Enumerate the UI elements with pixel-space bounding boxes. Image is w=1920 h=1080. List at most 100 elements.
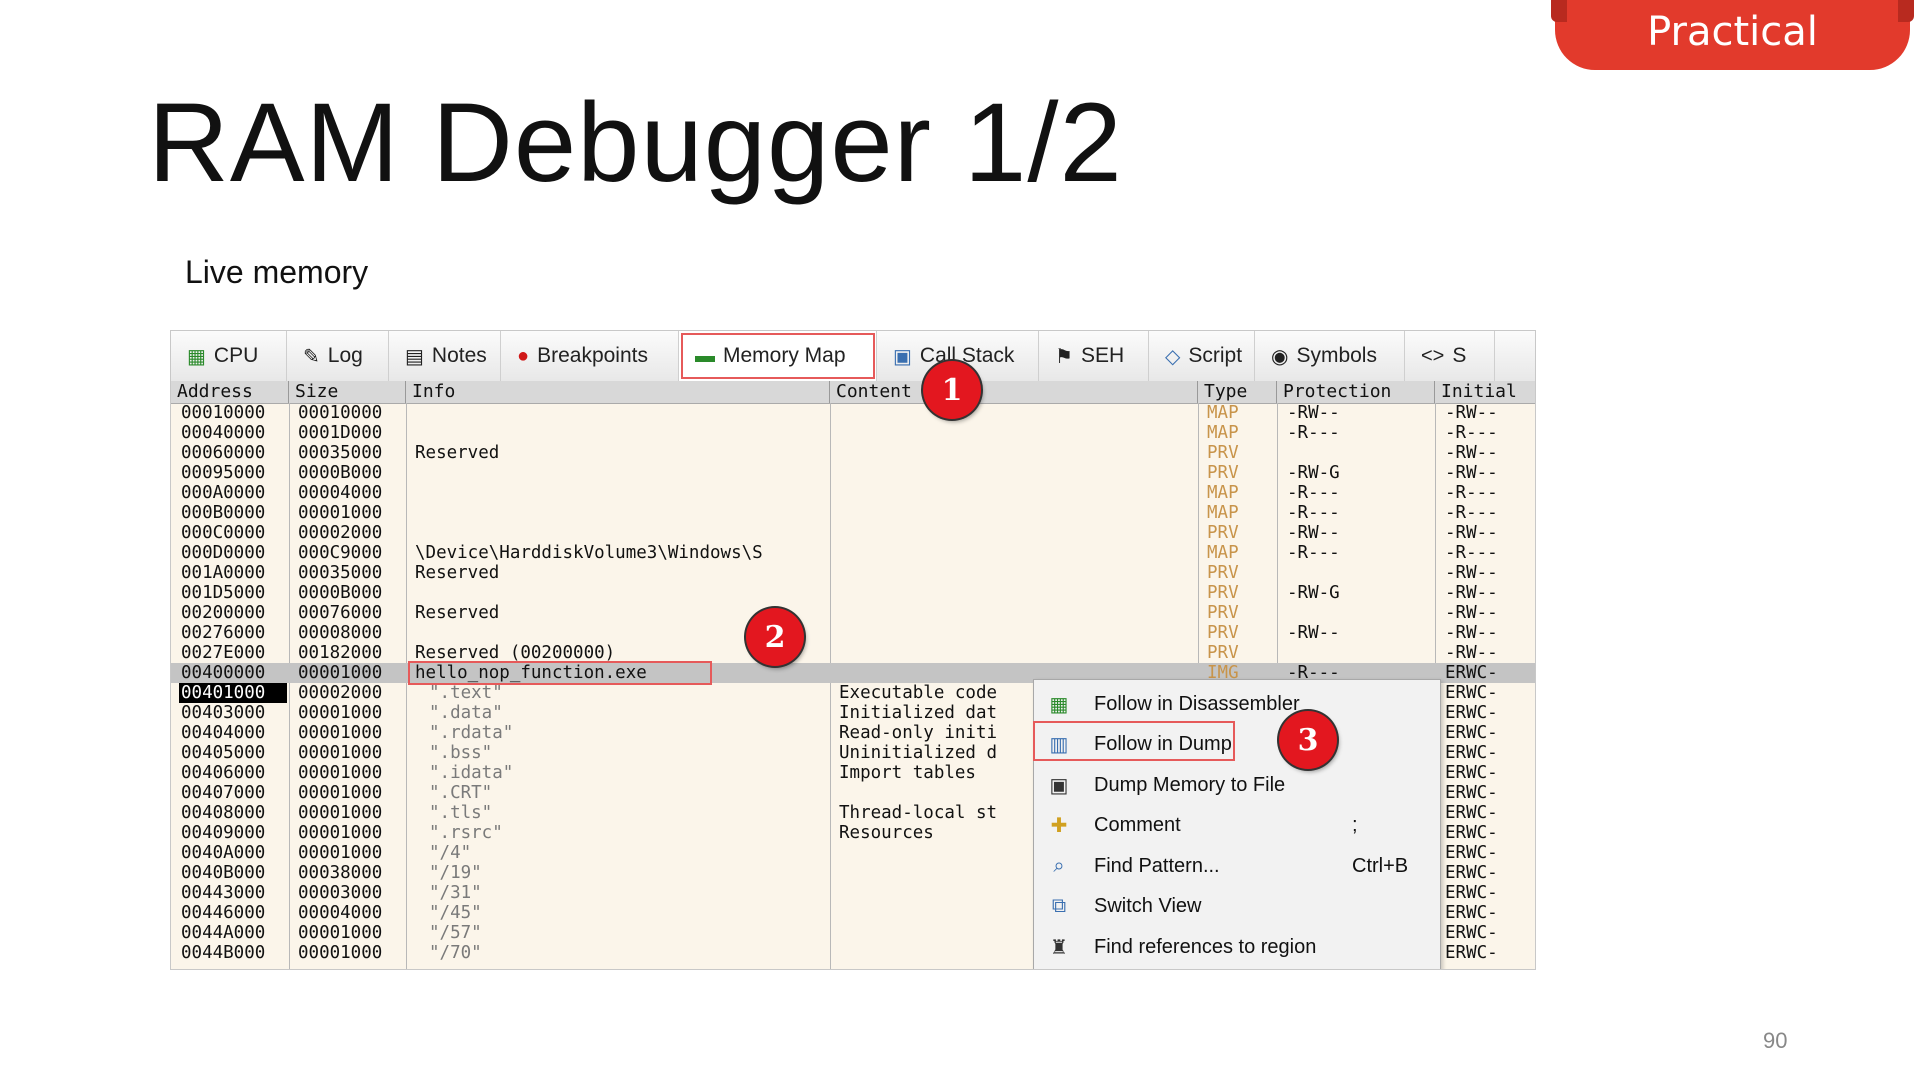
cell-content: Resources bbox=[839, 823, 934, 843]
cell-info: Reserved bbox=[415, 443, 500, 463]
cell-address: 00407000 bbox=[181, 783, 266, 803]
tab-cpu[interactable]: ▦ CPU bbox=[171, 331, 287, 381]
cell-protection: -RW-G bbox=[1287, 583, 1340, 603]
cell-protection: -RW-- bbox=[1287, 623, 1340, 643]
menu-item-comment[interactable]: ✚ Comment; bbox=[1034, 806, 1440, 846]
col-type[interactable]: Type bbox=[1198, 381, 1277, 403]
cell-content bbox=[839, 863, 1039, 883]
cell-content bbox=[839, 943, 1039, 963]
col-size[interactable]: Size bbox=[289, 381, 406, 403]
cell-content bbox=[839, 663, 1039, 683]
table-row[interactable]: 000A0000 00004000 MAP -R--- -R--- bbox=[171, 483, 1535, 503]
col-initial[interactable]: Initial bbox=[1435, 381, 1535, 403]
tab-notes[interactable]: ▤ Notes bbox=[389, 331, 501, 381]
debugger-screenshot: ▦ CPU ✎ Log ▤ Notes ● Breakpoints ▬ Memory Map ▣ Ca… bbox=[170, 330, 1536, 970]
tab-seh[interactable]: ⚑ SEH bbox=[1039, 331, 1149, 381]
col-address[interactable]: Address bbox=[171, 381, 289, 403]
table-row[interactable]: 00040000 0001D000 MAP -R--- -R--- bbox=[171, 423, 1535, 443]
col-content[interactable]: Content bbox=[830, 381, 1198, 403]
cell-content bbox=[839, 923, 1039, 943]
tab-label: Script bbox=[1188, 344, 1243, 367]
tab-s[interactable]: <> S bbox=[1405, 331, 1495, 381]
cell-address: 00040000 bbox=[181, 423, 266, 443]
table-row[interactable]: 0027E000 00182000 Reserved (00200000) PRV -R… bbox=[171, 643, 1535, 663]
seh-icon: ⚑ bbox=[1055, 345, 1073, 368]
cell-info: ".tls" bbox=[429, 803, 493, 823]
table-row[interactable]: 001D5000 0000B000 PRV -RW-G -RW-- bbox=[171, 583, 1535, 603]
tab-log[interactable]: ✎ Log bbox=[287, 331, 389, 381]
slide-title: RAM Debugger 1/2 bbox=[148, 80, 1123, 205]
cell-address: 00409000 bbox=[181, 823, 266, 843]
breakpoint-icon: ● bbox=[517, 344, 530, 367]
cell-initial: ERWC- bbox=[1445, 703, 1498, 723]
menu-item-dump-memory-to-file[interactable]: ▣ Dump Memory to File bbox=[1034, 765, 1440, 805]
tab-memory-map[interactable]: ▬ Memory Map bbox=[679, 331, 877, 381]
cell-info bbox=[415, 423, 819, 443]
menu-item-label: Find references to region bbox=[1094, 935, 1317, 958]
cell-content bbox=[839, 783, 1039, 803]
cell-initial: -R--- bbox=[1445, 423, 1498, 443]
table-row[interactable]: 001A0000 00035000 Reserved PRV -RW-- bbox=[171, 563, 1535, 583]
menu-item-find-pattern[interactable]: ⌕ Find Pattern... Ctrl+B bbox=[1034, 846, 1440, 886]
cell-protection bbox=[1287, 603, 1427, 623]
tab-label: SEH bbox=[1080, 344, 1125, 367]
cell-info: ".bss" bbox=[429, 743, 493, 763]
cell-info: ".data" bbox=[429, 703, 503, 723]
table-row[interactable]: 00276000 00008000 PRV -RW-- -RW-- bbox=[171, 623, 1535, 643]
cell-content bbox=[839, 523, 1039, 543]
cell-initial: ERWC- bbox=[1445, 723, 1498, 743]
col-info[interactable]: Info bbox=[406, 381, 830, 403]
cell-type: MAP bbox=[1207, 483, 1239, 503]
table-row[interactable]: 00200000 00076000 Reserved PRV -RW-- bbox=[171, 603, 1535, 623]
cell-address: 00095000 bbox=[181, 463, 266, 483]
col-protection[interactable]: Protection bbox=[1277, 381, 1435, 403]
cell-content bbox=[839, 903, 1039, 923]
tab-breakpoints[interactable]: ● Breakpoints bbox=[501, 331, 679, 381]
cell-info: "/31" bbox=[429, 883, 482, 903]
cell-protection bbox=[1287, 563, 1427, 583]
table-row[interactable]: 000B0000 00001000 MAP -R--- -R--- bbox=[171, 503, 1535, 523]
cell-size: 00002000 bbox=[298, 523, 383, 543]
cell-size: 00001000 bbox=[298, 803, 383, 823]
table-row[interactable]: 00060000 00035000 Reserved PRV -RW-- bbox=[171, 443, 1535, 463]
cell-info bbox=[415, 583, 819, 603]
menu-item-follow-in-disassembler[interactable]: ▦ Follow in Disassembler bbox=[1034, 684, 1440, 724]
table-row[interactable]: 000C0000 00002000 PRV -RW-- -RW-- bbox=[171, 523, 1535, 543]
menu-item-label: Dump Memory to File bbox=[1094, 773, 1286, 796]
practical-badge: Practical bbox=[1551, 0, 1914, 70]
cell-address: 000C0000 bbox=[181, 523, 266, 543]
cell-size: 00004000 bbox=[298, 483, 383, 503]
notes-icon: ▤ bbox=[405, 345, 424, 368]
cell-content bbox=[839, 463, 1039, 483]
tab-script[interactable]: ◇ Script bbox=[1149, 331, 1255, 381]
cell-address: 00405000 bbox=[181, 743, 266, 763]
script-icon: ◇ bbox=[1165, 345, 1181, 368]
cell-type: PRV bbox=[1207, 443, 1239, 463]
find-icon: ⌕ bbox=[1053, 854, 1065, 877]
cell-protection: -RW-- bbox=[1287, 403, 1340, 423]
table-row[interactable]: 000D0000 000C9000 \Device\HarddiskVolume3\… bbox=[171, 543, 1535, 563]
cell-size: 00001000 bbox=[298, 923, 383, 943]
cell-address: 00443000 bbox=[181, 883, 266, 903]
cell-initial: ERWC- bbox=[1445, 883, 1498, 903]
cell-content: Executable code bbox=[839, 683, 998, 703]
tab-symbols[interactable]: ◉ Symbols bbox=[1255, 331, 1405, 381]
table-row[interactable]: 00010000 00010000 MAP -RW-- -RW-- bbox=[171, 403, 1535, 423]
source-icon: <> bbox=[1421, 344, 1445, 367]
table-row[interactable]: 00095000 0000B000 PRV -RW-G -RW-- bbox=[171, 463, 1535, 483]
cell-content bbox=[839, 643, 1039, 663]
cell-initial: ERWC- bbox=[1445, 683, 1498, 703]
cell-type: PRV bbox=[1207, 563, 1239, 583]
cell-size: 00035000 bbox=[298, 563, 383, 583]
cell-initial: -R--- bbox=[1445, 543, 1498, 563]
menu-item-switch-view[interactable]: ⧉ Switch View bbox=[1034, 887, 1440, 927]
cell-size: 00001000 bbox=[298, 763, 383, 783]
cpu-icon: ▦ bbox=[187, 345, 206, 368]
cell-content bbox=[839, 443, 1039, 463]
cell-type: MAP bbox=[1207, 403, 1239, 423]
call-stack-icon: ▣ bbox=[893, 345, 912, 368]
cell-initial: -RW-- bbox=[1445, 463, 1498, 483]
menu-item-find-references-to-region[interactable]: ♜ Find references to region bbox=[1034, 927, 1440, 967]
tab-label: Breakpoints bbox=[537, 344, 648, 367]
cell-size: 00001000 bbox=[298, 823, 383, 843]
